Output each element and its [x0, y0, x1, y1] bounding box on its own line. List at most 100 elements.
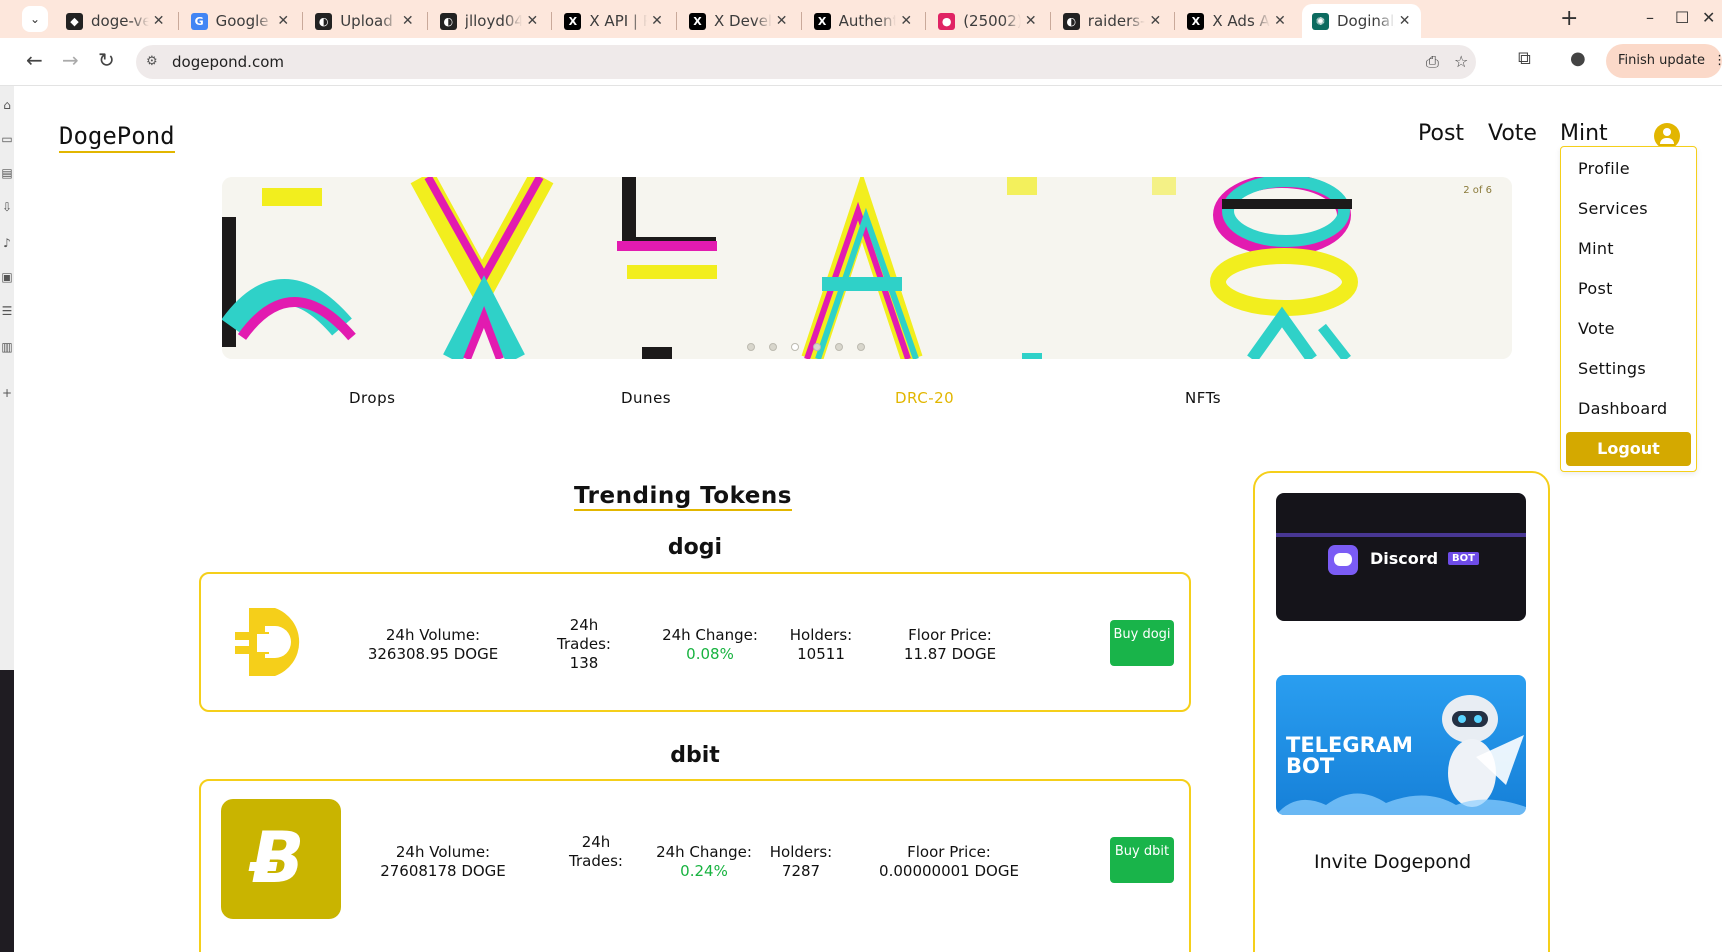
floor-label: Floor Price:: [907, 843, 991, 861]
nav-post[interactable]: Post: [1418, 121, 1464, 146]
browser-tab[interactable]: ◐ Upload fil✕: [305, 4, 424, 38]
kebab-menu-icon[interactable]: ⋮: [1713, 53, 1722, 68]
close-window-icon[interactable]: ✕: [1702, 8, 1715, 27]
address-bar: ← → ↻ ⚙ dogepond.com ⎙ ☆ ⧉ ● Finish upda…: [0, 38, 1722, 86]
close-tab-icon[interactable]: ✕: [1021, 13, 1041, 29]
tab-drc20[interactable]: DRC-20: [895, 389, 954, 407]
browser-tab[interactable]: ◆ doge-veri✕: [56, 4, 175, 38]
nav-mint[interactable]: Mint: [1560, 121, 1608, 146]
close-tab-icon[interactable]: ✕: [896, 13, 916, 29]
dogepond-icon: ✺: [1312, 12, 1329, 30]
dropdown-item-services[interactable]: Services: [1578, 199, 1648, 218]
maximize-icon[interactable]: ☐: [1675, 8, 1689, 27]
browser-tab[interactable]: X X Develop✕: [679, 4, 798, 38]
url-text[interactable]: dogepond.com: [172, 53, 284, 71]
site-settings-icon[interactable]: ⚙: [146, 54, 158, 69]
browser-tab[interactable]: ◐ jlloyd043✕: [430, 4, 549, 38]
tab-separator: [676, 12, 677, 30]
install-app-icon[interactable]: ⎙: [1426, 52, 1439, 72]
close-tab-icon[interactable]: ✕: [398, 13, 418, 29]
omnibox[interactable]: ⚙ dogepond.com ⎙ ☆: [136, 45, 1476, 79]
dropdown-item-mint[interactable]: Mint: [1578, 239, 1614, 258]
banner-glitch-art: [222, 177, 1512, 359]
browser-tab[interactable]: G Google Cl✕: [181, 4, 300, 38]
window-icon[interactable]: ▭: [0, 132, 14, 146]
image-icon[interactable]: ▣: [0, 270, 14, 284]
carousel-dot[interactable]: [813, 343, 821, 351]
forward-arrow-icon[interactable]: →: [62, 48, 79, 72]
bookmark-star-icon[interactable]: ☆: [1454, 52, 1468, 71]
token-card-dogi[interactable]: 24h Volume: 326308.95 DOGE 24h Trades: 1…: [199, 572, 1191, 712]
music-icon[interactable]: ♪: [0, 236, 14, 250]
trash-icon[interactable]: ▥: [0, 340, 14, 354]
tab-title: Doginal/D: [1337, 12, 1395, 30]
browser-tab[interactable]: X X Ads API✕: [1177, 4, 1296, 38]
list-icon[interactable]: ☰: [0, 304, 14, 318]
finish-update-button[interactable]: Finish update ⋮: [1606, 44, 1722, 78]
tab-separator: [177, 12, 179, 30]
browser-tab[interactable]: X X API | Pr✕: [554, 4, 673, 38]
cloud-decoration: [1276, 793, 1526, 815]
floor-label: Floor Price:: [908, 626, 992, 644]
carousel-dot[interactable]: [769, 343, 777, 351]
home-icon[interactable]: ⌂: [0, 98, 14, 112]
carousel-dot[interactable]: [857, 343, 865, 351]
buy-dogi-button[interactable]: Buy dogi: [1110, 620, 1174, 666]
tab-nfts[interactable]: NFTs: [1185, 389, 1221, 407]
tab-title: Authentic: [838, 12, 897, 30]
token-card-dbit[interactable]: Ƀ 24h Volume: 27608178 DOGE 24h Trades: …: [199, 779, 1191, 952]
change-value: 0.08%: [686, 645, 734, 663]
hero-banner[interactable]: 2 of 6: [222, 177, 1512, 359]
change-label: 24h Change:: [656, 843, 752, 861]
x-icon: X: [1187, 12, 1205, 30]
floor-value: 11.87 DOGE: [903, 645, 997, 663]
plus-icon[interactable]: +: [0, 386, 14, 400]
close-tab-icon[interactable]: ✕: [1270, 13, 1290, 29]
dropdown-item-dashboard[interactable]: Dashboard: [1578, 399, 1668, 418]
minimize-icon[interactable]: –: [1646, 8, 1654, 27]
volume-value: 326308.95 DOGE: [367, 645, 499, 663]
close-tab-icon[interactable]: ✕: [647, 13, 667, 29]
close-tab-icon[interactable]: ✕: [522, 13, 542, 29]
dropdown-item-vote[interactable]: Vote: [1578, 319, 1615, 338]
tab-dunes[interactable]: Dunes: [621, 389, 671, 407]
browser-tab[interactable]: ● (25002) D✕: [928, 4, 1047, 38]
browser-tab[interactable]: ✺ Doginal/D✕: [1302, 4, 1421, 38]
dropdown-item-profile[interactable]: Profile: [1578, 159, 1630, 178]
dropdown-item-post[interactable]: Post: [1578, 279, 1613, 298]
dbit-change: 24h Change: 0.24%: [649, 843, 759, 881]
carousel-dot[interactable]: [747, 343, 755, 351]
telegram-bot-promo[interactable]: TELEGRAM BOT: [1276, 675, 1526, 815]
buy-dbit-button[interactable]: Buy dbit: [1110, 837, 1174, 883]
tab-search-chevron-icon[interactable]: ⌄: [22, 6, 48, 32]
nav-vote[interactable]: Vote: [1488, 121, 1537, 146]
new-tab-plus-icon[interactable]: +: [1560, 6, 1578, 31]
change-value: 0.24%: [680, 862, 728, 880]
close-tab-icon[interactable]: ✕: [1395, 13, 1415, 29]
token-name-dogi: dogi: [667, 535, 723, 560]
close-tab-icon[interactable]: ✕: [1145, 13, 1165, 29]
tab-title: Upload fil: [340, 12, 398, 30]
site-logo[interactable]: DogePond: [59, 122, 175, 153]
profile-avatar-icon[interactable]: ●: [1570, 48, 1586, 69]
document-icon[interactable]: ▤: [0, 166, 14, 180]
carousel-dot[interactable]: [791, 343, 799, 351]
invite-dogepond-heading: Invite Dogepond: [1314, 851, 1472, 873]
back-arrow-icon[interactable]: ←: [26, 48, 43, 72]
logout-button[interactable]: Logout: [1566, 432, 1691, 466]
tab-title: X Develop: [714, 12, 772, 30]
dropdown-item-settings[interactable]: Settings: [1578, 359, 1646, 378]
download-icon[interactable]: ⇩: [0, 200, 14, 214]
browser-tab[interactable]: ◐ raiders-cl✕: [1053, 4, 1172, 38]
token-name-dbit: dbit: [670, 743, 720, 768]
carousel-dot[interactable]: [835, 343, 843, 351]
close-tab-icon[interactable]: ✕: [149, 13, 169, 29]
reload-icon[interactable]: ↻: [98, 48, 115, 72]
close-tab-icon[interactable]: ✕: [273, 13, 293, 29]
extensions-puzzle-icon[interactable]: ⧉: [1518, 48, 1531, 69]
discord-bot-promo[interactable]: Discord BOT: [1276, 493, 1526, 621]
tab-drops[interactable]: Drops: [349, 389, 395, 407]
tab-title: doge-veri: [91, 12, 149, 30]
close-tab-icon[interactable]: ✕: [772, 13, 792, 29]
browser-tab[interactable]: X Authentic✕: [804, 4, 923, 38]
